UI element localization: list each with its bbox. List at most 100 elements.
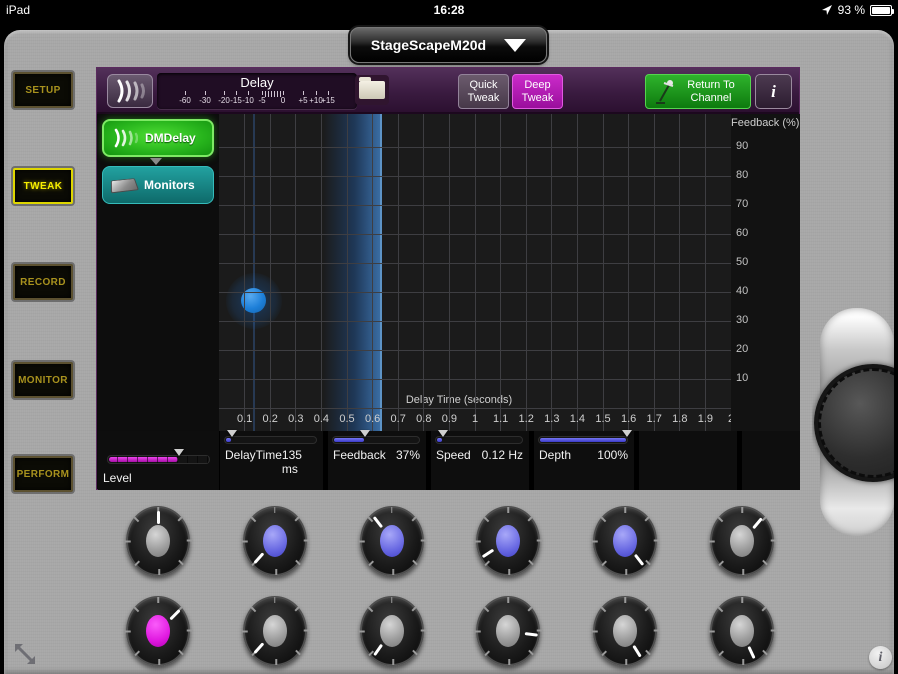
info-button[interactable]: i	[755, 74, 792, 109]
grid-line-vertical	[423, 114, 425, 431]
level-meter-scale: -60 -30 -20 -15 -10 -5 0 +5 +10 +15	[157, 91, 357, 107]
x-tick-label: 0.6	[364, 413, 381, 425]
meter-tick	[248, 91, 249, 95]
sidebar-item-record[interactable]: RECORD	[13, 264, 73, 300]
effects-list-panel: DMDelay Monitors	[98, 114, 219, 476]
delay-xy-pad[interactable]: Delay Time (seconds) 0.1 0.2 0.3 0.4 0.5 0.6 0…	[219, 114, 731, 431]
sidebar-item-setup[interactable]: SETUP	[13, 72, 73, 108]
param-value: 0.12 Hz	[481, 448, 523, 462]
level-slider[interactable]	[107, 449, 210, 464]
feedback-slider-handle[interactable]	[359, 430, 370, 437]
grid-line-vertical	[474, 114, 476, 431]
delaytime-labels: DelayTime 135 ms	[225, 448, 317, 476]
effect-meter-panel: Delay -60 -30 -20 -15 -10 -5 0 +5 +10 +15	[157, 73, 357, 109]
x-tick-label: 0.7	[390, 413, 406, 425]
knob-r1-4[interactable]	[475, 506, 544, 576]
deep-tweak-button[interactable]: Deep Tweak	[512, 74, 563, 109]
effect-item-dmdelay[interactable]: DMDelay	[102, 119, 214, 157]
param-cell-speed: Speed 0.12 Hz	[431, 430, 529, 490]
depth-labels: Depth 100%	[539, 448, 628, 462]
return-to-channel-button[interactable]: Return To Channel	[645, 74, 751, 109]
knob-r2-6[interactable]	[708, 596, 777, 666]
depth-slider-handle[interactable]	[622, 430, 632, 437]
effect-item-label: Monitors	[144, 178, 195, 192]
y-tick-label: 40	[736, 285, 749, 297]
x-tick-label: 0.8	[416, 413, 432, 425]
knob-pointer	[751, 517, 763, 529]
meter-tick	[262, 91, 263, 95]
param-cell-depth: Depth 100%	[534, 430, 634, 490]
meter-tick	[303, 91, 304, 95]
grid-line-vertical	[653, 114, 655, 431]
grid-line-vertical	[576, 114, 578, 431]
x-tick-label: 1.3	[544, 413, 560, 425]
x-tick-label: 1.5	[595, 413, 611, 425]
speed-slider[interactable]	[435, 430, 523, 444]
delaytime-slider[interactable]	[224, 430, 317, 444]
grid-line-vertical	[269, 114, 271, 431]
knob-r2-3[interactable]	[358, 596, 427, 666]
param-name: Depth	[539, 448, 572, 462]
quick-tweak-button[interactable]: Quick Tweak	[458, 74, 509, 109]
meter-tick-label: -20	[218, 96, 230, 105]
knob-r2-1[interactable]	[124, 596, 193, 666]
meter-tick	[328, 91, 329, 95]
screen: iPad 16:28 93 % StageScapeM20d SETUP TWE…	[0, 0, 898, 674]
level-slider-handle[interactable]	[173, 449, 184, 456]
grid-line-vertical	[295, 114, 297, 431]
knob-pointer	[634, 553, 645, 566]
x-tick-label: 1.4	[569, 413, 586, 425]
meter-tick	[283, 91, 284, 95]
microphone-stand-icon	[656, 79, 674, 104]
sidebar-item-monitor[interactable]: MONITOR	[13, 362, 73, 398]
knob-cap-gray	[730, 525, 754, 557]
grid-line-horizontal	[219, 176, 731, 177]
list-caret-icon	[150, 158, 162, 165]
effect-item-monitors[interactable]: Monitors	[102, 166, 214, 204]
knob-r1-3[interactable]	[358, 506, 427, 576]
help-info-button[interactable]: i	[869, 646, 892, 669]
grid-line-horizontal	[219, 292, 731, 293]
knob-r1-6[interactable]	[708, 506, 777, 576]
knob-pointer	[482, 549, 495, 559]
delaytime-slider-handle[interactable]	[227, 430, 238, 437]
grid-line-horizontal	[219, 234, 731, 235]
knob-r1-5[interactable]	[591, 506, 660, 576]
resize-button[interactable]	[12, 641, 38, 667]
speed-slider-handle[interactable]	[437, 430, 448, 437]
feedback-slider[interactable]	[332, 430, 420, 444]
knob-cap-gray	[379, 615, 404, 647]
knob-r1-1[interactable]	[124, 506, 193, 576]
feedback-labels: Feedback 37%	[333, 448, 420, 462]
battery-percent: 93 %	[837, 3, 865, 17]
knob-cap-gray	[146, 525, 170, 557]
level-cell: Level -0.6 dB	[98, 431, 793, 490]
param-name: Speed	[436, 448, 471, 462]
param-value: 135 ms	[281, 448, 302, 476]
delay-effect-button[interactable]	[107, 74, 153, 108]
sidebar-item-tweak[interactable]: TWEAK	[13, 168, 73, 204]
grid-line-vertical	[372, 114, 374, 431]
parameter-strip: Level -0.6 dB DelayTime 135 ms	[98, 430, 800, 490]
jog-wheel-area[interactable]	[812, 300, 894, 545]
preset-folder-button[interactable]	[355, 75, 389, 105]
knob-r2-4[interactable]	[475, 596, 544, 666]
device-selector-dropdown[interactable]: StageScapeM20d	[350, 27, 547, 63]
location-arrow-icon	[821, 5, 832, 15]
meter-tick-label: 0	[280, 96, 286, 105]
diagonal-arrows-icon	[15, 644, 35, 664]
knob-r1-2[interactable]	[241, 506, 310, 576]
battery-icon	[870, 4, 894, 16]
knob-r2-5[interactable]	[591, 596, 660, 666]
grid-line-vertical	[320, 114, 322, 431]
knob-r2-2[interactable]	[241, 596, 310, 666]
grid-line-vertical	[500, 114, 502, 431]
sidebar-item-perform[interactable]: PERFORM	[13, 456, 73, 492]
grid-line-vertical	[525, 114, 527, 431]
param-value: 100%	[597, 448, 628, 462]
meter-tick	[205, 91, 206, 95]
depth-slider[interactable]	[538, 430, 632, 444]
knob-pointer	[156, 511, 160, 524]
knob-pointer	[253, 642, 265, 655]
meter-tick	[236, 91, 237, 95]
